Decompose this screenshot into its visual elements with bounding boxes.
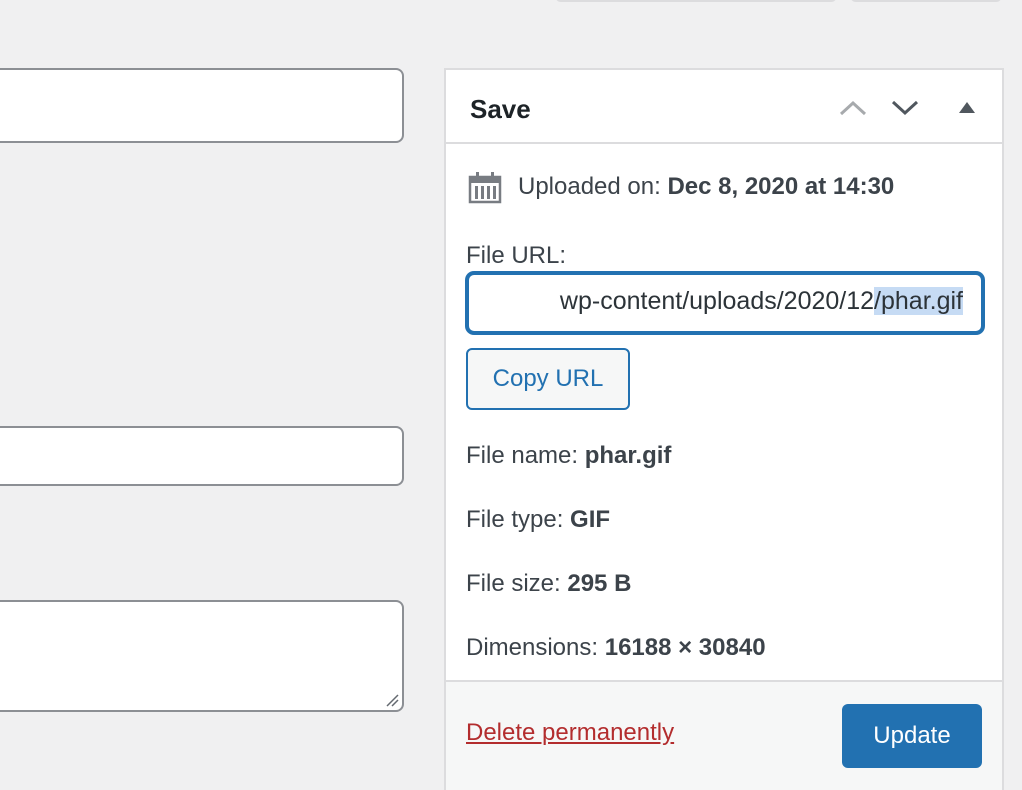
file-url-input[interactable]: wp-content/uploads/2020/12/phar.gif — [466, 272, 984, 334]
copy-url-button[interactable]: Copy URL — [466, 348, 630, 410]
file-type-value: GIF — [570, 506, 611, 533]
chevron-up-icon[interactable] — [836, 92, 870, 124]
file-url-text-start: wp-content/uploads/2020/12 — [559, 287, 875, 315]
calendar-icon — [468, 172, 502, 204]
dimensions-value: 16188 × 30840 — [604, 634, 766, 661]
file-name-value: phar.gif — [584, 442, 672, 469]
top-toolbar-button[interactable] — [555, 0, 837, 2]
caption-textarea[interactable] — [0, 600, 404, 712]
triangle-up-icon[interactable] — [950, 92, 984, 124]
file-type-label: File type: — [466, 506, 564, 533]
file-type-row: File type: GIF — [466, 506, 610, 534]
title-input[interactable] — [0, 68, 404, 143]
alt-text-input[interactable] — [0, 426, 404, 486]
file-size-value: 295 B — [567, 570, 632, 597]
panel-title: Save — [470, 94, 531, 124]
file-name-label: File name: — [466, 442, 579, 469]
delete-permanently-link[interactable]: Delete permanently — [466, 719, 674, 747]
uploaded-on-label: Uploaded on: — [518, 173, 661, 200]
resize-grip-icon[interactable] — [385, 693, 399, 707]
file-url-label: File URL: — [466, 242, 567, 269]
uploaded-on-value: Dec 8, 2020 at 14:30 — [667, 173, 895, 200]
save-panel-footer: Delete permanently Update — [446, 680, 1002, 790]
file-name-row: File name: phar.gif — [466, 442, 671, 470]
chevron-down-icon[interactable] — [888, 92, 922, 124]
uploaded-on-row: Uploaded on: Dec 8, 2020 at 14:30 — [518, 173, 894, 201]
file-url-text-selected: /phar.gif — [874, 287, 963, 315]
file-size-row: File size: 295 B — [466, 570, 631, 598]
save-panel-header: Save — [446, 70, 1002, 144]
dimensions-label: Dimensions: — [466, 634, 599, 661]
file-size-label: File size: — [466, 570, 561, 597]
file-url-text: wp-content/uploads/2020/12/phar.gif — [560, 287, 963, 316]
dimensions-row: Dimensions: 16188 × 30840 — [466, 634, 766, 662]
save-panel: Save Uploaded on: Dec 8, 2020 at 14:30 F… — [444, 68, 1004, 790]
top-toolbar-button-secondary[interactable] — [850, 0, 1002, 2]
update-button[interactable]: Update — [842, 704, 982, 768]
media-edit-page: Save Uploaded on: Dec 8, 2020 at 14:30 F… — [0, 0, 1022, 790]
